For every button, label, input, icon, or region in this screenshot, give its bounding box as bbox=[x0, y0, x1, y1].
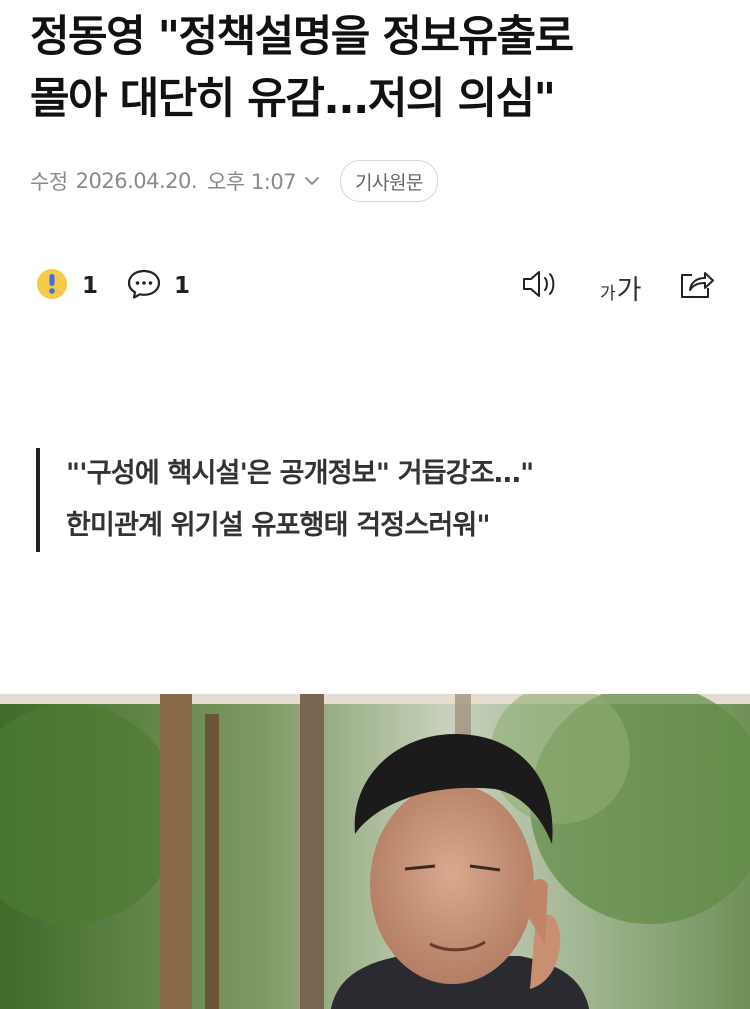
article-page: 정동영 "정책설명을 정보유출로 몰아 대단히 유감...저의 의심" 수정 2… bbox=[0, 0, 750, 1009]
article-photo bbox=[0, 694, 750, 1009]
chevron-down-icon[interactable] bbox=[302, 171, 322, 191]
emotion-count: 1 bbox=[82, 273, 99, 299]
comment-count: 1 bbox=[174, 273, 191, 299]
modified-date: 2026.04.20. bbox=[75, 169, 198, 193]
font-size-small-label: 가 bbox=[600, 284, 616, 304]
comment-icon bbox=[126, 266, 162, 306]
font-size-large-label: 가 bbox=[616, 275, 642, 306]
article-subtitle: "'구성에 핵시설'은 공개정보" 거듭강조…" 한미관계 위기설 유포행태 걱… bbox=[36, 448, 716, 552]
font-size-button[interactable]: 가 가 bbox=[600, 268, 641, 307]
surprise-emoji-icon bbox=[34, 266, 70, 306]
headline-line-2: 몰아 대단히 유감...저의 의심" bbox=[30, 74, 556, 124]
speaker-icon[interactable] bbox=[520, 264, 560, 308]
share-icon[interactable] bbox=[676, 264, 716, 308]
modified-label: 수정 bbox=[30, 170, 68, 194]
original-article-button[interactable]: 기사원문 bbox=[340, 160, 438, 202]
article-meta: 수정 2026.04.20. 오후 1:07 기사원문 bbox=[30, 160, 438, 202]
subtitle-line-1: "'구성에 핵시설'은 공개정보" 거듭강조…" bbox=[66, 458, 534, 489]
subtitle-line-2: 한미관계 위기설 유포행태 걱정스러워" bbox=[66, 510, 491, 541]
emotion-reaction-button[interactable]: 1 bbox=[34, 266, 98, 306]
modified-time: 오후 1:07 bbox=[207, 170, 297, 194]
article-headline: 정동영 "정책설명을 정보유출로 몰아 대단히 유감...저의 의심" bbox=[30, 6, 730, 130]
article-action-bar: 1 1 가 가 bbox=[34, 262, 724, 310]
comment-button[interactable]: 1 bbox=[126, 266, 190, 306]
headline-line-1: 정동영 "정책설명을 정보유출로 bbox=[30, 12, 574, 62]
